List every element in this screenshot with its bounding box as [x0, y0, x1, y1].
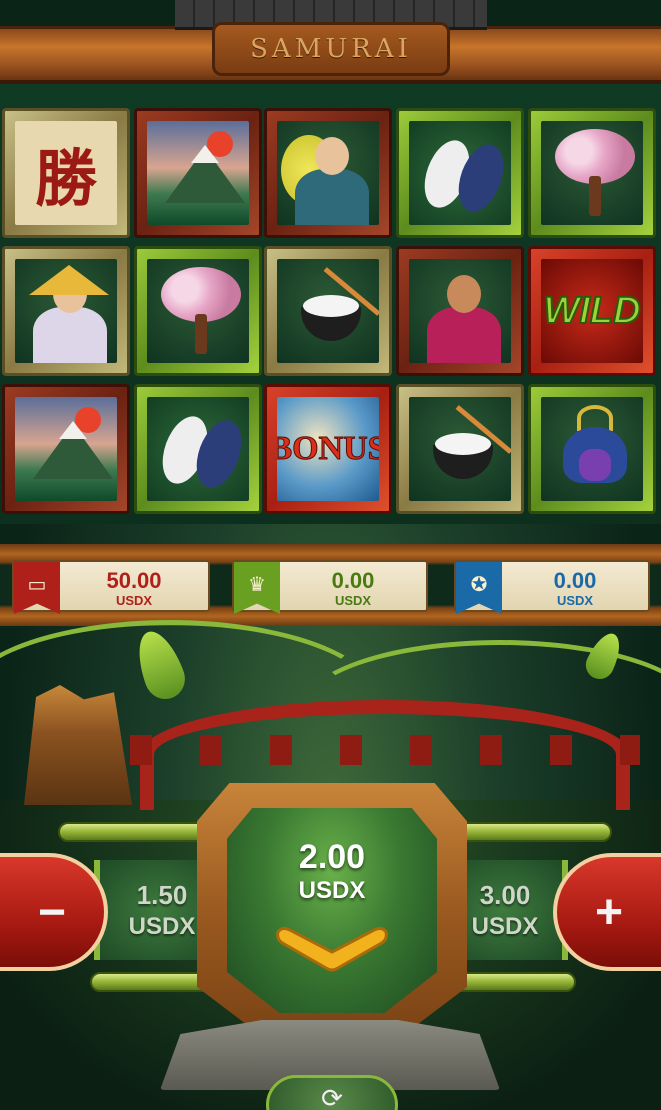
reel-cell-kanji: 勝 [2, 108, 130, 238]
bonus-amount: 0.00 [553, 568, 597, 593]
reel-cell-cherry-tree [528, 108, 656, 238]
koi-fish-icon [147, 397, 249, 501]
current-bet-value: 2.00 [298, 838, 366, 876]
trophy-icon: ♛ [234, 562, 280, 614]
reel-cell-wild: WILD [528, 246, 656, 376]
cherry-blossom-tree-icon [147, 259, 249, 363]
game-title: SAMURAI [250, 34, 412, 64]
reel-cell-samurai [396, 246, 524, 376]
sushi-bowl-icon [409, 397, 511, 501]
koi-fish-icon [409, 121, 511, 225]
reel-cell-sushi [396, 384, 524, 514]
reel-cell-bonus: BONUS [264, 384, 392, 514]
bonus-unit: USDX [556, 593, 594, 608]
spin-button[interactable]: ⟳ [266, 1075, 398, 1110]
wallet-balance: ▭ 50.00 USDX [12, 560, 210, 614]
refresh-icon: ⟳ [321, 1084, 343, 1110]
bonus-label: BONUS [277, 430, 379, 468]
game-stage: SAMURAI 勝 WILD ONU ▭ 50.00 USDX ♛ 0.00 U… [0, 0, 661, 1110]
reel-cell-cherry-tree [134, 246, 262, 376]
samurai-helmet-icon [541, 397, 643, 501]
chevron-down-icon[interactable] [268, 922, 396, 974]
reel-cell-mount-fuji [134, 108, 262, 238]
wallet-amount: 50.00 [106, 568, 162, 593]
mount-fuji-icon [147, 121, 249, 225]
reel-cell-koi [134, 384, 262, 514]
reel-cell-mount-fuji [2, 384, 130, 514]
win-amount: 0.00 [331, 568, 375, 593]
increase-bet-button[interactable]: + [553, 853, 661, 971]
wallet-unit: USDX [115, 593, 153, 608]
mount-fuji-icon [15, 397, 117, 501]
reel-grid: 勝 WILD ONU [0, 108, 661, 518]
reel-cell-old-sage [2, 246, 130, 376]
bonus-balance: ✪ 0.00 USDX [454, 560, 650, 614]
current-bet: 2.00 USDX [227, 838, 437, 905]
bamboo-rail [58, 822, 218, 842]
cherry-blossom-tree-icon [541, 121, 643, 225]
kanji-symbol: 勝 [34, 142, 97, 215]
reel-cell-koi [396, 108, 524, 238]
sushi-bowl-icon [277, 259, 379, 363]
wallet-icon: ▭ [14, 562, 60, 614]
win-balance: ♛ 0.00 USDX [232, 560, 428, 614]
wild-label: WILD [542, 289, 641, 333]
samurai-warrior-icon [409, 259, 511, 363]
wild-dragon-icon: WILD [541, 259, 643, 363]
ribbon-icon: ✪ [456, 562, 502, 614]
bamboo-rail [446, 822, 612, 842]
reel-cell-geisha [264, 108, 392, 238]
geisha-icon [277, 121, 379, 225]
current-bet-unit: USDX [298, 877, 366, 904]
old-sage-icon [15, 259, 117, 363]
win-unit: USDX [334, 593, 372, 608]
reel-cell-sushi [264, 246, 392, 376]
bonus-wave-icon: BONUS [277, 397, 379, 501]
reel-cell-samurai-helmet [528, 384, 656, 514]
game-title-sign: SAMURAI [212, 22, 450, 76]
bridge-posts [130, 735, 640, 765]
